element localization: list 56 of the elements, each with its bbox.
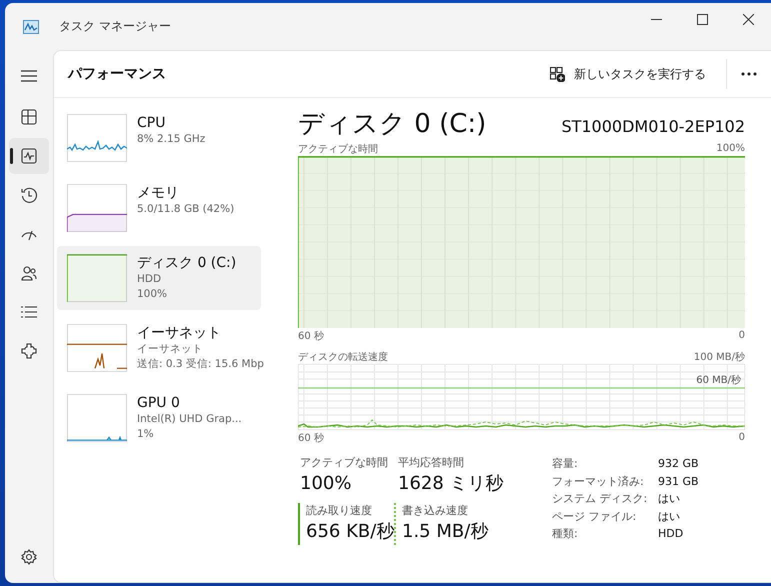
property-value: はい — [658, 508, 681, 524]
property-label: ページ ファイル: — [552, 508, 638, 524]
new-task-icon — [550, 66, 565, 82]
graph-label: アクティブな時間 — [298, 142, 378, 156]
stat-label: アクティブな時間 — [300, 455, 389, 471]
close-icon — [742, 14, 754, 24]
property-value: 931 GB — [658, 474, 699, 490]
device-item[interactable]: イーサネット イーサネット 送信: 0.3 受信: 15.6 Mbp — [57, 316, 268, 380]
property-label: フォーマット済み: — [552, 474, 645, 490]
property-label: 容量: — [552, 456, 579, 472]
disk-title: ディスク 0 (C:) — [298, 108, 486, 141]
property-value: 932 GB — [658, 456, 699, 472]
stat-value: 100% — [300, 472, 352, 496]
disk-model: ST1000DM010-2EP102 — [561, 117, 745, 136]
puzzle-icon — [21, 343, 37, 359]
window-title: タスク マネージャー — [59, 18, 171, 35]
maximize-icon — [696, 14, 708, 24]
usage-thumbnail — [67, 254, 127, 302]
graph-max-label: 100% — [716, 143, 745, 154]
grid-icon — [21, 109, 37, 125]
device-item[interactable]: ディスク 0 (C:) HDD 100% — [57, 246, 261, 310]
history-icon — [21, 187, 37, 203]
pulse-icon — [21, 148, 37, 164]
graph-max-label: 100 MB/秒 — [694, 350, 745, 364]
stat-label: 平均応答時間 — [398, 455, 465, 471]
property-value: HDD — [658, 526, 684, 542]
nav-item[interactable] — [9, 138, 49, 174]
device-item[interactable]: GPU 0 Intel(R) UHD Grap... 1% — [57, 386, 261, 450]
stat-value: 656 KB/秒 — [306, 520, 396, 544]
axis-label: 60 秒 — [298, 330, 324, 342]
graph-label: ディスクの転送速度 — [298, 350, 388, 364]
axis-label: 60 秒 — [298, 432, 324, 444]
stat-value: 1.5 MB/秒 — [402, 520, 490, 544]
app-icon — [23, 20, 39, 34]
property-label: 種類: — [552, 526, 579, 542]
stat-label: 書き込み速度 — [402, 503, 469, 519]
property-value: はい — [658, 491, 681, 507]
list-icon — [21, 306, 37, 318]
device-item[interactable]: CPU 8% 2.15 GHz — [57, 106, 261, 170]
usage-thumbnail — [67, 184, 127, 232]
stat-label: 読み取り速度 — [306, 503, 373, 519]
more-icon — [741, 72, 757, 76]
usage-thumbnail — [67, 394, 127, 442]
usage-thumbnail — [67, 114, 127, 162]
property-label: システム ディスク: — [552, 491, 648, 507]
menu-icon — [21, 70, 37, 82]
threshold-label: 60 MB/秒 — [696, 374, 741, 387]
axis-label: 0 — [738, 432, 745, 443]
usage-thumbnail — [67, 324, 127, 372]
stat-value: 1628 ミリ秒 — [398, 472, 505, 496]
page-title: パフォーマンス — [68, 65, 166, 83]
users-icon — [21, 265, 37, 281]
axis-label: 0 — [738, 330, 745, 341]
run-task-button[interactable]: 新しいタスクを実行する — [544, 62, 712, 86]
settings-icon — [21, 549, 37, 565]
device-item[interactable]: メモリ 5.0/11.8 GB (42%) — [57, 176, 261, 240]
